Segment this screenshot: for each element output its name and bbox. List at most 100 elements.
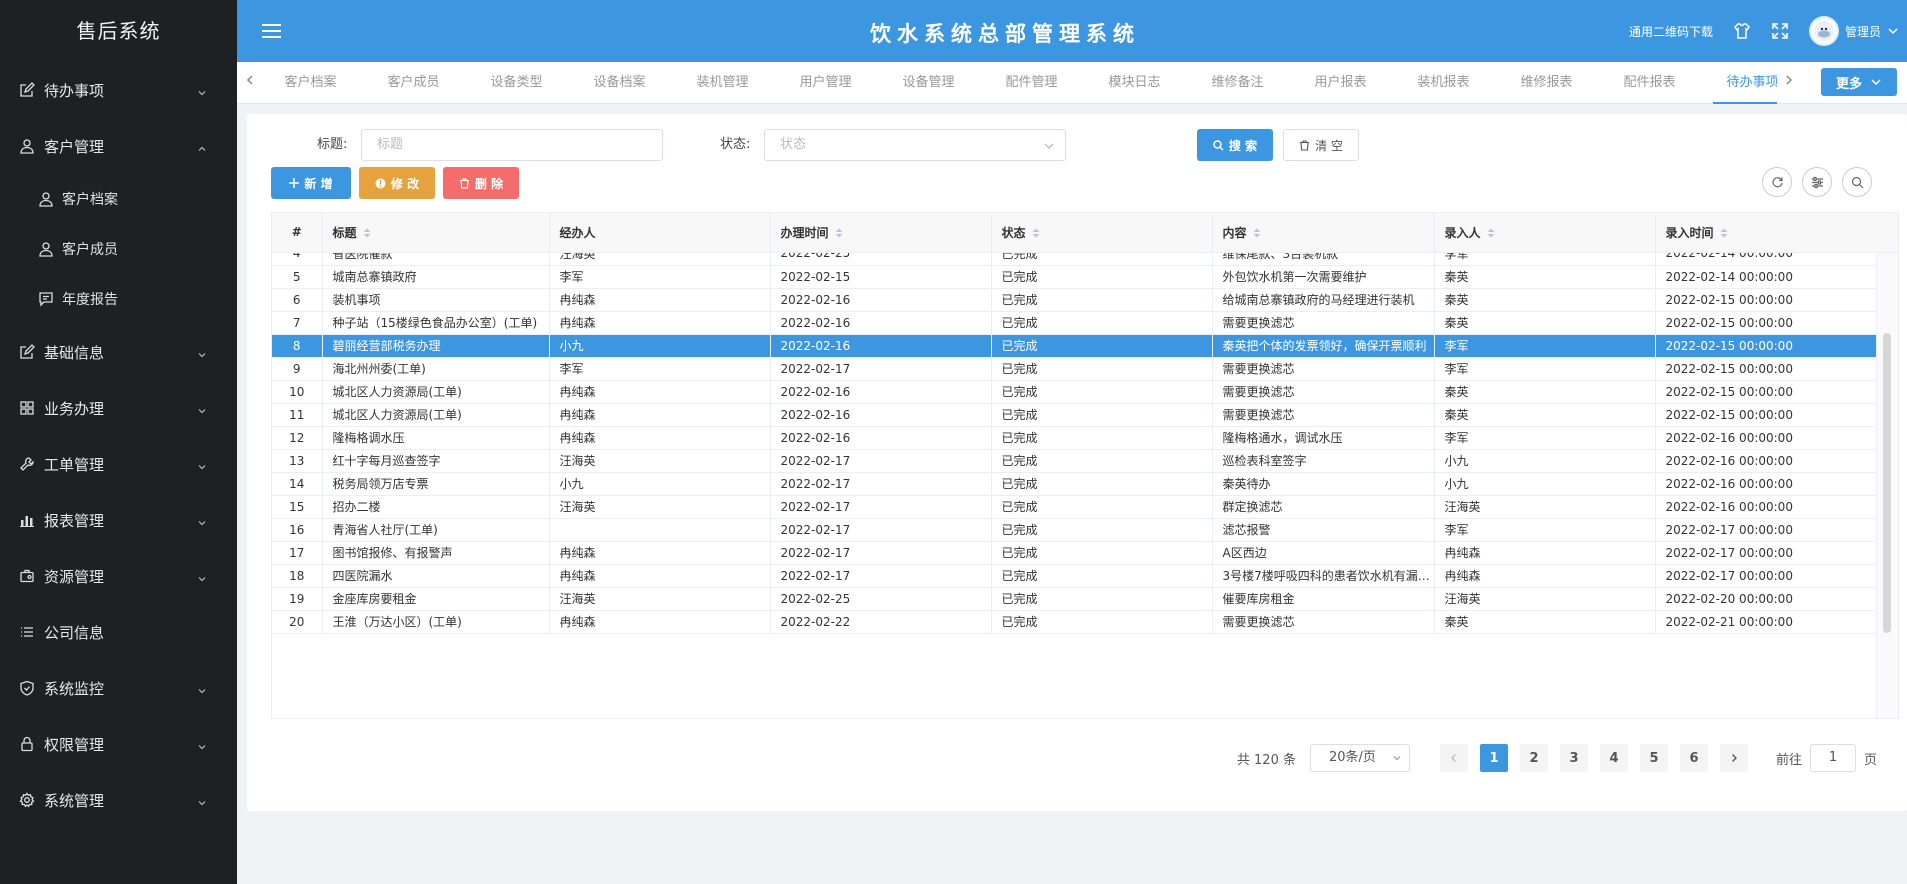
sort-icon[interactable]: [1714, 226, 1728, 240]
table-scrollbar[interactable]: [1876, 253, 1898, 718]
table-row[interactable]: 14 税务局领万店专票 小九 2022-02-17 已完成 秦英待办 小九 2022-02-1…: [272, 472, 1876, 496]
user-name[interactable]: 管理员: [1845, 23, 1881, 40]
tab-10[interactable]: 用户报表: [1289, 62, 1392, 104]
sidebar-item-1[interactable]: 客户管理: [0, 118, 237, 174]
refresh-button[interactable]: [1762, 167, 1792, 197]
table-row[interactable]: 16 青海省人社厅(工单) 2022-02-17 已完成 滤芯报警 李军 2022-02-1…: [272, 518, 1876, 542]
tab-7[interactable]: 配件管理: [980, 62, 1083, 104]
sort-icon[interactable]: [1481, 226, 1495, 240]
sidebar-item-0[interactable]: 待办事项: [0, 62, 237, 118]
table-row[interactable]: 20 王淮（万达小区）(工单) 冉纯森 2022-02-22 已完成 需要更换滤芯 秦英 20…: [272, 610, 1876, 634]
tab-0[interactable]: 客户档案: [259, 62, 362, 104]
column-header-4[interactable]: 状态: [991, 213, 1213, 253]
table-row[interactable]: 12 隆梅格调水压 冉纯森 2022-02-16 已完成 隆梅格通水，调试水压 李军 2022…: [272, 426, 1876, 450]
sort-icon[interactable]: [357, 226, 371, 240]
page-number-button[interactable]: 4: [1599, 744, 1628, 772]
sidebar-item-label: 基础信息: [44, 343, 105, 362]
delete-button[interactable]: 删 除: [443, 167, 519, 199]
tab-2[interactable]: 设备类型: [465, 62, 568, 104]
goto-page-input[interactable]: 1: [1809, 744, 1856, 772]
page-size-select[interactable]: 20条/页: [1309, 744, 1410, 772]
column-header-5[interactable]: 内容: [1212, 213, 1435, 253]
tab-6[interactable]: 设备管理: [877, 62, 980, 104]
gear-icon: [18, 791, 36, 809]
sort-icon[interactable]: [1247, 226, 1261, 240]
table-row[interactable]: 13 红十字每月巡查签字 汪海英 2022-02-17 已完成 巡检表科室签字 小九 2022…: [272, 449, 1876, 473]
shirt-icon[interactable]: [1733, 22, 1751, 40]
column-header-3[interactable]: 办理时间: [770, 213, 992, 253]
sidebar-item-3[interactable]: 业务办理: [0, 380, 237, 436]
tab-8[interactable]: 模块日志: [1083, 62, 1186, 104]
fullscreen-icon[interactable]: [1771, 22, 1789, 40]
tab-3[interactable]: 设备档案: [568, 62, 671, 104]
table-row[interactable]: 9 海北州州委(工单) 李军 2022-02-17 已完成 需要更换滤芯 李军 2022-02…: [272, 357, 1876, 381]
table-cell: 秦英: [1434, 288, 1656, 312]
table-row[interactable]: 8 碧丽经营部税务办理 小九 2022-02-16 已完成 秦英把个体的发票领好，确保开票…: [272, 334, 1876, 358]
table-cell: 2022-02-15 00:00:00: [1655, 288, 1876, 312]
chevron-down-icon[interactable]: [1887, 22, 1899, 40]
status-filter-select[interactable]: 状态: [764, 129, 1066, 161]
table-row[interactable]: 4 省医院催款 汪海英 2022-02-25 已完成 维保尾款、3台装机款 李军 2022-0…: [272, 253, 1876, 266]
tab-13[interactable]: 配件报表: [1598, 62, 1701, 104]
page-number-button[interactable]: 3: [1559, 744, 1588, 772]
sidebar-item-4[interactable]: 工单管理: [0, 436, 237, 492]
sidebar-item-8[interactable]: 系统监控: [0, 660, 237, 716]
next-page-button[interactable]: [1719, 744, 1748, 772]
tabs-more-button[interactable]: 更多: [1821, 68, 1897, 96]
title-filter-input[interactable]: 标题: [361, 129, 663, 161]
sidebar-subitem-1-2[interactable]: 年度报告: [0, 274, 237, 324]
sort-icon[interactable]: [829, 226, 843, 240]
sidebar-item-7[interactable]: 公司信息: [0, 604, 237, 660]
sidebar-subitem-1-1[interactable]: 客户成员: [0, 224, 237, 274]
sidebar-subitem-1-0[interactable]: 客户档案: [0, 174, 237, 224]
table-row[interactable]: 15 招办二楼 汪海英 2022-02-17 已完成 群定换滤芯 汪海英 2022-02-16…: [272, 495, 1876, 519]
tab-11[interactable]: 装机报表: [1392, 62, 1495, 104]
table-cell: 已完成: [991, 426, 1213, 450]
tabs-scroll-left-icon[interactable]: [243, 73, 257, 87]
tab-4[interactable]: 装机管理: [671, 62, 774, 104]
table-cell: 需要更换滤芯: [1212, 380, 1435, 404]
sidebar-item-2[interactable]: 基础信息: [0, 324, 237, 380]
user-icon: [38, 191, 54, 207]
tab-14[interactable]: 待办事项: [1701, 62, 1777, 104]
table-row[interactable]: 17 图书馆报修、有报警声 冉纯森 2022-02-17 已完成 A区西边 冉纯森 2022-…: [272, 541, 1876, 565]
table-row[interactable]: 18 四医院漏水 冉纯森 2022-02-17 已完成 3号楼7楼呼吸四科的患者饮水机有漏…: [272, 564, 1876, 588]
page-number-button[interactable]: 1: [1479, 744, 1508, 772]
table-row[interactable]: 7 种子站（15楼绿色食品办公室）(工单) 冉纯森 2022-02-16 已完成 需要更换…: [272, 311, 1876, 335]
table-cell: 隆梅格调水压: [322, 426, 550, 450]
column-header-1[interactable]: 标题: [322, 213, 550, 253]
tab-1[interactable]: 客户成员: [362, 62, 465, 104]
page-number-button[interactable]: 2: [1519, 744, 1548, 772]
list-icon: [18, 623, 36, 641]
table-cell: 省医院催款: [322, 253, 550, 266]
tab-9[interactable]: 维修备注: [1186, 62, 1289, 104]
table-body[interactable]: 4 省医院催款 汪海英 2022-02-25 已完成 维保尾款、3台装机款 李军 2022-0…: [272, 253, 1876, 718]
add-button[interactable]: 新 增: [271, 167, 351, 199]
toggle-search-button[interactable]: [1842, 167, 1872, 197]
sidebar-item-6[interactable]: 资源管理: [0, 548, 237, 604]
sort-icon[interactable]: [1026, 226, 1040, 240]
columns-settings-button[interactable]: [1802, 167, 1832, 197]
search-button[interactable]: 搜 索: [1197, 129, 1273, 161]
sidebar-item-10[interactable]: 系统管理: [0, 772, 237, 828]
tab-5[interactable]: 用户管理: [774, 62, 877, 104]
table-row[interactable]: 5 城南总寨镇政府 李军 2022-02-15 已完成 外包饮水机第一次需要维护 秦英 202…: [272, 265, 1876, 289]
sidebar-item-5[interactable]: 报表管理: [0, 492, 237, 548]
table-row[interactable]: 6 装机事项 冉纯森 2022-02-16 已完成 给城南总寨镇政府的马经理进行装机 秦英 2…: [272, 288, 1876, 312]
table-row[interactable]: 11 城北区人力资源局(工单) 冉纯森 2022-02-16 已完成 需要更换滤芯 秦英 20…: [272, 403, 1876, 427]
qr-download-link[interactable]: 通用二维码下载: [1629, 23, 1713, 40]
table-row[interactable]: 19 金座库房要租金 汪海英 2022-02-25 已完成 催要库房租金 汪海英 2022-0…: [272, 587, 1876, 611]
sidebar-item-9[interactable]: 权限管理: [0, 716, 237, 772]
tabs-scroll-right-icon[interactable]: [1782, 73, 1796, 87]
user-avatar[interactable]: [1808, 16, 1839, 46]
table-scrollbar-thumb[interactable]: [1883, 333, 1891, 633]
page-number-button[interactable]: 6: [1679, 744, 1708, 772]
edit-button[interactable]: 修 改: [359, 167, 435, 199]
column-header-6[interactable]: 录入人: [1434, 213, 1656, 253]
column-header-7[interactable]: 录入时间: [1655, 213, 1877, 253]
tab-12[interactable]: 维修报表: [1495, 62, 1598, 104]
page-number-button[interactable]: 5: [1639, 744, 1668, 772]
table-row[interactable]: 10 城北区人力资源局(工单) 冉纯森 2022-02-16 已完成 需要更换滤芯 秦英 20…: [272, 380, 1876, 404]
prev-page-button[interactable]: [1439, 744, 1468, 772]
clear-button[interactable]: 清 空: [1283, 129, 1359, 161]
